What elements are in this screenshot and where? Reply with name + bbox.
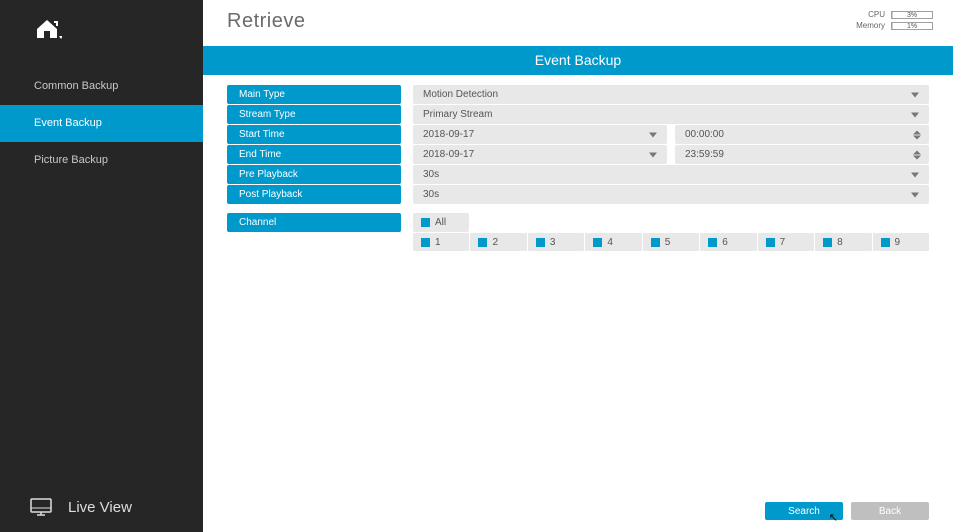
pre-playback-select[interactable]: 30s (413, 165, 929, 184)
memory-bar: 1% (891, 22, 933, 30)
channel-checkbox-6[interactable]: 6 (700, 233, 756, 251)
channel-grid: 1 2 3 4 5 6 7 8 9 (413, 233, 929, 251)
channel-number: 5 (665, 237, 671, 248)
checkbox-icon (478, 238, 487, 247)
sidebar-item-label: Picture Backup (34, 154, 108, 166)
search-button[interactable]: Search (765, 502, 843, 520)
chevron-down-icon (911, 92, 919, 97)
spinner-icon (913, 130, 921, 139)
sidebar-item-label: Event Backup (34, 117, 102, 129)
topbar: Retrieve CPU 3% Memory 1% (203, 0, 953, 46)
post-playback-value: 30s (423, 189, 439, 200)
live-view-label: Live View (68, 499, 132, 516)
start-date-picker[interactable]: 2018-09-17 (413, 125, 667, 144)
channel-number: 9 (895, 237, 901, 248)
start-time-value: 00:00:00 (685, 129, 724, 140)
start-time-input[interactable]: 00:00:00 (675, 125, 929, 144)
sidebar: Common Backup Event Backup Picture Backu… (0, 0, 203, 532)
cpu-bar: 3% (891, 11, 933, 19)
chevron-down-icon (649, 132, 657, 137)
button-bar: Search Back (765, 502, 929, 520)
channel-checkbox-7[interactable]: 7 (758, 233, 814, 251)
checkbox-icon (651, 238, 660, 247)
cpu-label: CPU (868, 10, 885, 19)
channel-number: 8 (837, 237, 843, 248)
chevron-down-icon (911, 112, 919, 117)
memory-value: 1% (892, 23, 932, 29)
checkbox-icon (766, 238, 775, 247)
channel-checkbox-8[interactable]: 8 (815, 233, 871, 251)
form: Main Type Motion Detection Stream Type P… (203, 75, 953, 252)
checkbox-icon (708, 238, 717, 247)
checkbox-icon (421, 218, 430, 227)
channel-label: Channel (227, 213, 401, 232)
chevron-down-icon (911, 172, 919, 177)
end-date-value: 2018-09-17 (423, 149, 474, 160)
main-type-label: Main Type (227, 85, 401, 104)
chevron-down-icon (649, 152, 657, 157)
back-button[interactable]: Back (851, 502, 929, 520)
search-button-label: Search (788, 506, 820, 517)
home-icon (34, 18, 62, 40)
cpu-value: 3% (892, 12, 932, 18)
sidebar-item-common-backup[interactable]: Common Backup (0, 68, 203, 105)
checkbox-icon (823, 238, 832, 247)
back-button-label: Back (879, 506, 901, 517)
memory-label: Memory (856, 21, 885, 30)
live-view-button[interactable]: Live View (0, 498, 203, 532)
channel-container: All 1 2 3 4 5 6 7 8 9 (413, 213, 929, 251)
channel-checkbox-9[interactable]: 9 (873, 233, 929, 251)
post-playback-label: Post Playback (227, 185, 401, 204)
channel-all-label: All (435, 217, 446, 228)
channel-number: 7 (780, 237, 786, 248)
checkbox-icon (536, 238, 545, 247)
checkbox-icon (593, 238, 602, 247)
channel-number: 6 (722, 237, 728, 248)
main-type-value: Motion Detection (423, 89, 498, 100)
home-button[interactable] (0, 0, 203, 58)
channel-checkbox-4[interactable]: 4 (585, 233, 641, 251)
main: Retrieve CPU 3% Memory 1% Event Backup M… (203, 0, 953, 532)
checkbox-icon (421, 238, 430, 247)
end-time-value: 23:59:59 (685, 149, 724, 160)
memory-stat: Memory 1% (856, 21, 933, 30)
pre-playback-label: Pre Playback (227, 165, 401, 184)
end-time-label: End Time (227, 145, 401, 164)
cpu-stat: CPU 3% (856, 10, 933, 19)
end-date-picker[interactable]: 2018-09-17 (413, 145, 667, 164)
spinner-icon (913, 150, 921, 159)
channel-all-checkbox[interactable]: All (413, 213, 469, 232)
page-title: Retrieve (227, 10, 305, 33)
channel-number: 1 (435, 237, 441, 248)
checkbox-icon (881, 238, 890, 247)
start-time-label: Start Time (227, 125, 401, 144)
post-playback-select[interactable]: 30s (413, 185, 929, 204)
channel-checkbox-3[interactable]: 3 (528, 233, 584, 251)
sidebar-item-picture-backup[interactable]: Picture Backup (0, 142, 203, 179)
monitor-icon (30, 498, 52, 516)
stream-type-select[interactable]: Primary Stream (413, 105, 929, 124)
sidebar-item-event-backup[interactable]: Event Backup (0, 105, 203, 142)
sidebar-item-label: Common Backup (34, 80, 118, 92)
end-time-input[interactable]: 23:59:59 (675, 145, 929, 164)
sidebar-nav: Common Backup Event Backup Picture Backu… (0, 68, 203, 179)
stream-type-label: Stream Type (227, 105, 401, 124)
main-type-select[interactable]: Motion Detection (413, 85, 929, 104)
channel-number: 3 (550, 237, 556, 248)
section-banner: Event Backup (203, 46, 953, 75)
system-stats: CPU 3% Memory 1% (856, 10, 933, 32)
channel-checkbox-1[interactable]: 1 (413, 233, 469, 251)
stream-type-value: Primary Stream (423, 109, 492, 120)
channel-number: 4 (607, 237, 613, 248)
chevron-down-icon (911, 192, 919, 197)
start-date-value: 2018-09-17 (423, 129, 474, 140)
channel-number: 2 (492, 237, 498, 248)
pre-playback-value: 30s (423, 169, 439, 180)
channel-checkbox-5[interactable]: 5 (643, 233, 699, 251)
channel-checkbox-2[interactable]: 2 (470, 233, 526, 251)
